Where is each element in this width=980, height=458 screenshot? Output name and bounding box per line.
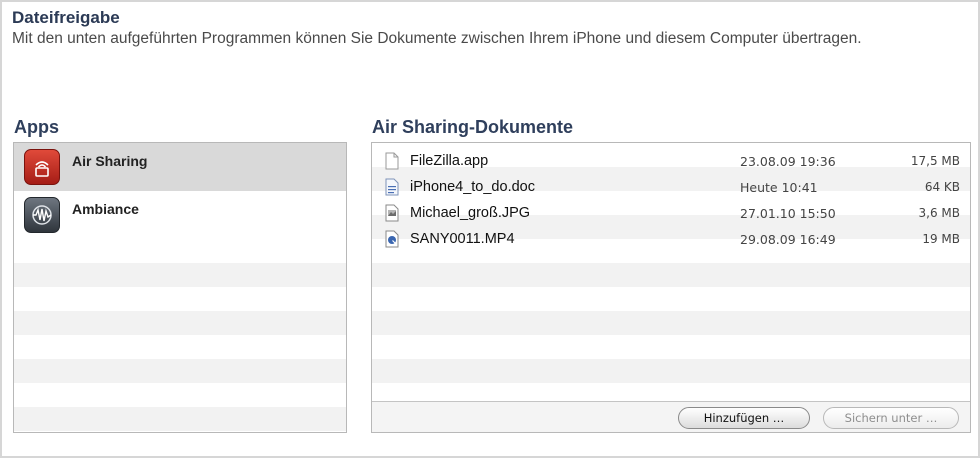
documents-list: FileZilla.app 23.08.09 19:36 17,5 MB iPh…	[371, 142, 971, 433]
file-size: 64 KB	[924, 180, 960, 194]
file-name: FileZilla.app	[410, 153, 489, 169]
file-date: 27.01.10 15:50	[740, 205, 836, 221]
file-row[interactable]: FileZilla.app 23.08.09 19:36 17,5 MB	[372, 149, 970, 173]
documents-toolbar: Hinzufügen … Sichern unter …	[372, 401, 970, 432]
section-title: Dateifreigabe	[12, 8, 120, 27]
file-row[interactable]: SANY0011.MP4 29.08.09 16:49 19 MB	[372, 227, 970, 251]
app-label-air-sharing: Air Sharing	[72, 153, 148, 169]
file-row[interactable]: Michael_groß.JPG 27.01.10 15:50 3,6 MB	[372, 201, 970, 225]
file-name: Michael_groß.JPG	[410, 205, 531, 221]
jpg-file-icon	[384, 204, 400, 222]
file-name: SANY0011.MP4	[410, 231, 515, 247]
video-file-icon	[384, 230, 400, 248]
file-date: 29.08.09 16:49	[740, 231, 836, 247]
add-button[interactable]: Hinzufügen …	[678, 407, 810, 429]
app-label-ambiance: Ambiance	[72, 201, 139, 217]
ambiance-icon	[24, 197, 60, 233]
file-row[interactable]: iPhone4_to_do.doc Heute 10:41 64 KB	[372, 175, 970, 199]
app-item-ambiance[interactable]: Ambiance	[14, 191, 346, 239]
section-description: Mit den unten aufgeführten Programmen kö…	[12, 30, 862, 47]
file-size: 19 MB	[922, 232, 960, 246]
doc-file-icon	[384, 178, 400, 196]
file-sharing-pane: Dateifreigabe Mit den unten aufgeführten…	[0, 0, 980, 458]
save-as-button[interactable]: Sichern unter …	[823, 407, 959, 429]
file-date: Heute 10:41	[740, 179, 818, 195]
documents-title: Air Sharing-Dokumente	[372, 117, 574, 137]
app-file-icon	[384, 152, 400, 170]
file-date: 23.08.09 19:36	[740, 153, 836, 169]
apps-list: Air Sharing Ambiance	[13, 142, 347, 433]
file-size: 17,5 MB	[910, 154, 960, 168]
app-item-air-sharing[interactable]: Air Sharing	[14, 143, 346, 191]
file-name: iPhone4_to_do.doc	[410, 179, 535, 195]
air-sharing-icon	[24, 149, 60, 185]
apps-title: Apps	[14, 117, 59, 137]
file-size: 3,6 MB	[918, 206, 960, 220]
